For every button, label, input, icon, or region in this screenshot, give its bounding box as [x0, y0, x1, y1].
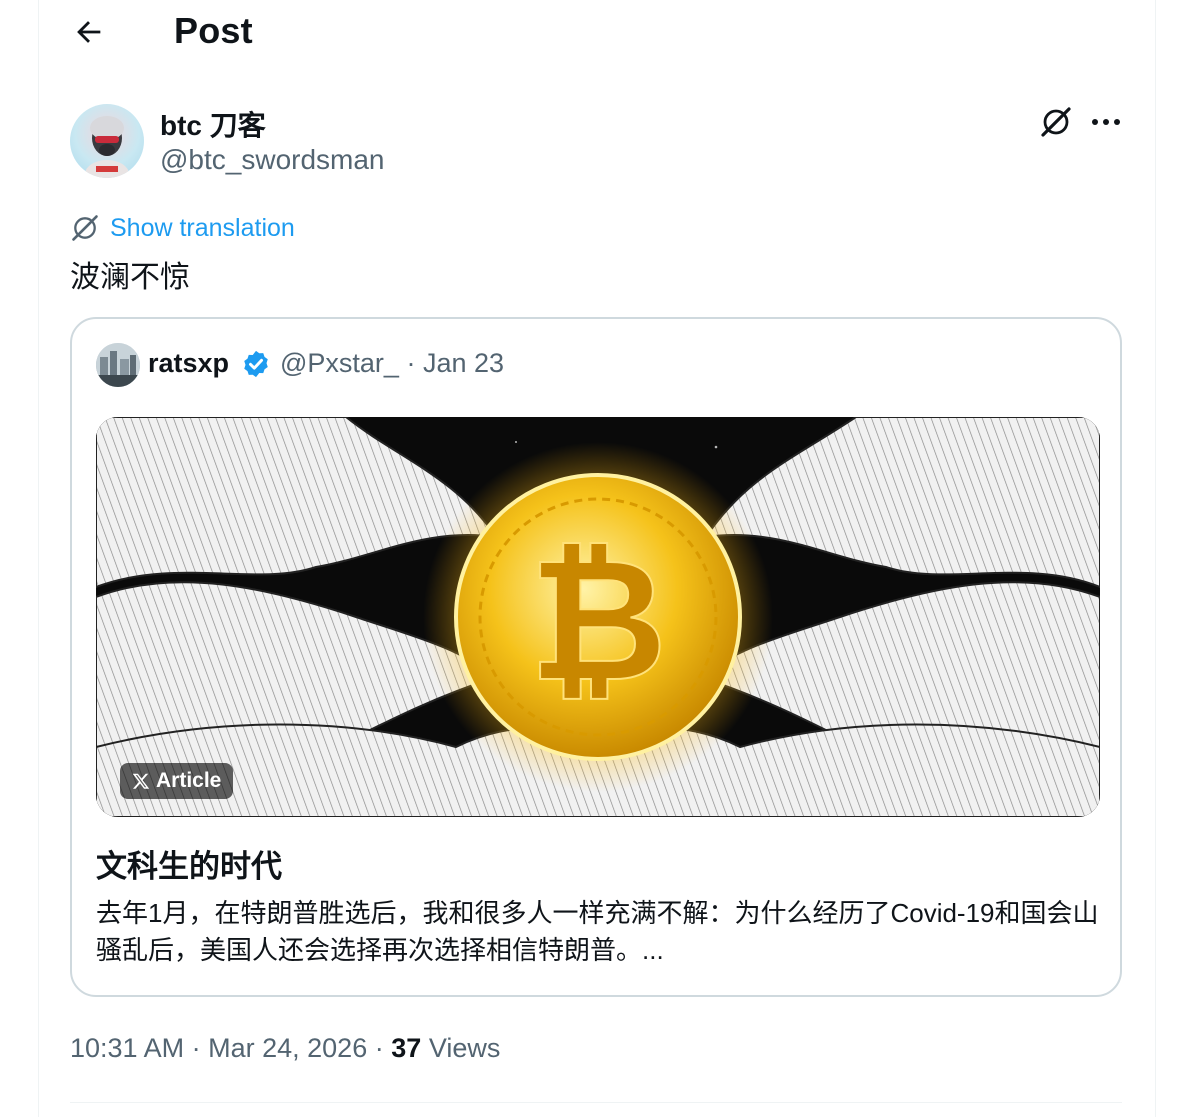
- meta-separator: ·: [406, 348, 416, 378]
- quoted-meta: @Pxstar_ · Jan 23: [280, 348, 504, 379]
- avatar-image: [85, 116, 129, 178]
- x-logo-icon: [132, 773, 150, 789]
- divider: [70, 1102, 1122, 1103]
- back-button[interactable]: [66, 12, 112, 52]
- arrow-left-icon: [77, 21, 101, 43]
- author-avatar[interactable]: [70, 104, 144, 178]
- grok-translate-icon: [72, 215, 98, 241]
- post-time[interactable]: 10:31 AM: [70, 1033, 184, 1063]
- post-text: 波澜不惊: [70, 261, 190, 294]
- svg-text:₿: ₿: [529, 522, 668, 720]
- post-date[interactable]: Mar 24, 2026: [208, 1033, 367, 1063]
- article-cover-image[interactable]: ₿ Article: [96, 417, 1100, 817]
- more-options-button[interactable]: [1086, 102, 1126, 142]
- quoted-avatar-image: [96, 343, 140, 387]
- quoted-post-date[interactable]: Jan 23: [423, 348, 504, 378]
- bitcoin-cover-illustration: ₿: [96, 417, 1100, 817]
- grok-icon: [1041, 107, 1071, 137]
- verified-badge-icon: [244, 350, 268, 378]
- article-badge-label: Article: [156, 769, 222, 792]
- meta-separator: ·: [191, 1033, 201, 1063]
- page-title: Post: [174, 10, 253, 51]
- views-label: Views: [428, 1033, 501, 1063]
- article-badge: Article: [120, 763, 234, 799]
- quoted-author-name[interactable]: ratsxp: [148, 348, 229, 379]
- more-dots-icon: [1092, 119, 1120, 125]
- views-count: 37: [391, 1033, 422, 1063]
- meta-separator: ·: [374, 1033, 384, 1063]
- article-preview-text: 去年1月，在特朗普胜选后，我和很多人一样充满不解：为什么经历了Covid-19和…: [96, 898, 1099, 965]
- show-translation-label: Show translation: [110, 213, 295, 242]
- author-display-name[interactable]: btc 刀客: [160, 104, 266, 144]
- quoted-author-avatar[interactable]: [96, 343, 140, 387]
- show-translation-link[interactable]: Show translation: [70, 208, 295, 248]
- author-handle[interactable]: @btc_swordsman: [160, 144, 385, 176]
- quoted-author-handle[interactable]: @Pxstar_: [280, 348, 399, 378]
- quoted-post-card[interactable]: ratsxp @Pxstar_ · Jan 23 ₿ Article 文科生的时…: [70, 317, 1122, 997]
- post-metadata: 10:31 AM · Mar 24, 2026 · 37 Views: [70, 1033, 500, 1064]
- grok-button[interactable]: [1036, 102, 1076, 142]
- page-header: Post: [0, 0, 1200, 66]
- article-title[interactable]: 文科生的时代: [96, 841, 282, 886]
